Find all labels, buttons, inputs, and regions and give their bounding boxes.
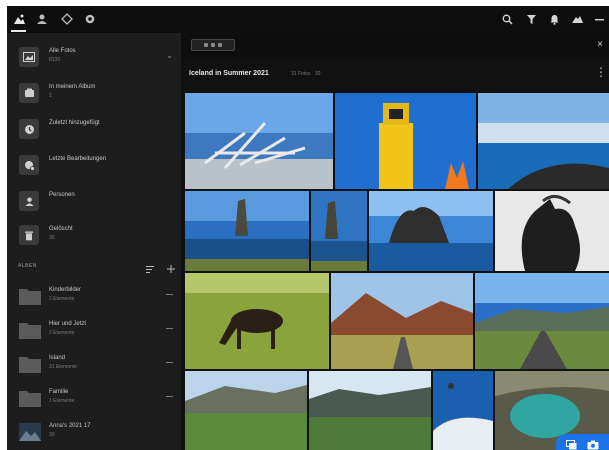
clock-icon (19, 119, 39, 139)
photo-green-valley[interactable] (185, 371, 307, 450)
sidebar-item-label: Gelöscht (49, 226, 73, 232)
cloud-icon[interactable] (569, 11, 585, 27)
folder-icon (19, 357, 41, 373)
floating-actions (556, 434, 609, 450)
share-icon[interactable] (565, 440, 577, 450)
sidebar-item-all-photos[interactable]: Alle Fotos 8130 ⌄ (7, 43, 181, 75)
sidebar-item-label: Zuletzt hinzugefügt (49, 120, 100, 126)
photo-mountain-road[interactable] (331, 273, 473, 369)
sidebar-item-in-my-album[interactable]: In meinem Album 1 (7, 79, 181, 111)
album-menu-handle[interactable] (166, 294, 173, 295)
album-item[interactable]: Familie 1 Elemente (7, 385, 181, 419)
album-item-label: Island (49, 355, 66, 361)
sidebar-item-label: In meinem Album (49, 84, 96, 90)
sidebar-item-recent-edits[interactable]: Letzte Bearbeitungen (7, 151, 181, 183)
folder-icon (19, 323, 41, 339)
more-icon[interactable]: ⋮ (595, 65, 607, 79)
album-item-count: 31 Elemente (49, 364, 78, 370)
album-item-count: 30 (49, 432, 55, 438)
search-icon[interactable] (499, 11, 515, 27)
sidebar-item-count: 8130 (49, 57, 61, 63)
close-icon[interactable]: × (597, 39, 603, 50)
album-item-label: Hier und Jetzt (49, 321, 87, 327)
sidebar-item-recently-added[interactable]: Zuletzt hinzugefügt (7, 115, 181, 147)
album-item-label: Familie (49, 389, 69, 395)
photo-grazing-horse[interactable] (185, 273, 329, 369)
photo-highway-distance[interactable] (475, 273, 609, 369)
photo-horse-portrait[interactable] (495, 191, 609, 271)
sidebar-item-label: Alle Fotos (49, 48, 76, 54)
sidebar-item-count: 30 (49, 235, 55, 241)
photo-hvitserkur-rock[interactable] (369, 191, 493, 271)
album-subtitle: 31 Fotos · 30 (291, 71, 321, 77)
view-options-chip[interactable] (191, 39, 235, 51)
album-item-count: 2 Elemente (49, 296, 75, 302)
add-album-icon[interactable] (167, 260, 175, 278)
album-title: Iceland in Summer 2021 (189, 70, 269, 77)
photo-sea-stack-right[interactable] (311, 191, 367, 271)
photo-sea-stack-left[interactable] (185, 191, 309, 271)
photo-aerial-coast[interactable] (433, 371, 493, 450)
album-item-label: Anna's 2021 17 (49, 423, 91, 429)
folder-icon (19, 391, 41, 407)
album-item[interactable]: Island 31 Elemente (7, 351, 181, 385)
sidebar-item-count: 1 (49, 93, 52, 99)
filter-bar: × (181, 33, 609, 57)
sort-icon[interactable] (146, 260, 155, 278)
trash-icon (19, 225, 39, 245)
sidebar-item-label: Personen (49, 192, 75, 198)
photo-coastal-lagoon[interactable] (478, 93, 609, 189)
top-toolbar (7, 6, 609, 33)
chevron-down-icon[interactable]: ⌄ (166, 51, 173, 60)
album-menu-handle[interactable] (166, 362, 173, 363)
album-menu-handle[interactable] (166, 328, 173, 329)
sidebar-item-label: Letzte Bearbeitungen (49, 156, 107, 162)
active-tab-indicator (11, 30, 26, 32)
photo-mountain-lake[interactable] (309, 371, 431, 450)
people-icon (19, 191, 39, 211)
sidebar-item-people[interactable]: Personen (7, 187, 181, 219)
album-item[interactable]: Anna's 2021 17 30 (7, 419, 181, 450)
minimize-icon[interactable] (591, 11, 607, 27)
album-item[interactable]: Kinderbilder 2 Elemente (7, 283, 181, 317)
folder-icon (19, 289, 41, 305)
album-item-count: 2 Elemente (49, 330, 75, 336)
album-thumbnail (19, 423, 41, 441)
places-icon[interactable] (59, 11, 75, 27)
photos-thumbnail-icon (19, 47, 39, 67)
albums-section-header: ALBEN (18, 263, 37, 269)
album-item-label: Kinderbilder (49, 287, 82, 293)
photos-icon[interactable] (11, 11, 27, 27)
albums-section-actions (146, 260, 175, 278)
album-header: Iceland in Summer 2021 31 Fotos · 30 ⋮ (181, 57, 609, 91)
photo-driftwood-sculpture[interactable] (185, 93, 333, 189)
album-icon (19, 83, 39, 103)
filter-icon[interactable] (523, 11, 539, 27)
settings-icon[interactable] (82, 11, 98, 27)
main-content: × Iceland in Summer 2021 31 Fotos · 30 ⋮ (181, 33, 609, 450)
notification-icon[interactable] (546, 11, 562, 27)
album-menu-handle[interactable] (166, 396, 173, 397)
album-item-count: 1 Elemente (49, 398, 75, 404)
sidebar: Alle Fotos 8130 ⌄ In meinem Album 1 Zule… (7, 33, 181, 450)
camera-icon[interactable] (587, 440, 599, 450)
people-icon[interactable] (34, 11, 50, 27)
album-item[interactable]: Hier und Jetzt 2 Elemente (7, 317, 181, 351)
photo-yellow-lighthouse[interactable] (335, 93, 476, 189)
edit-icon (19, 155, 39, 175)
sidebar-item-deleted[interactable]: Gelöscht 30 (7, 221, 181, 253)
photos-app-window: Alle Fotos 8130 ⌄ In meinem Album 1 Zule… (7, 6, 609, 450)
